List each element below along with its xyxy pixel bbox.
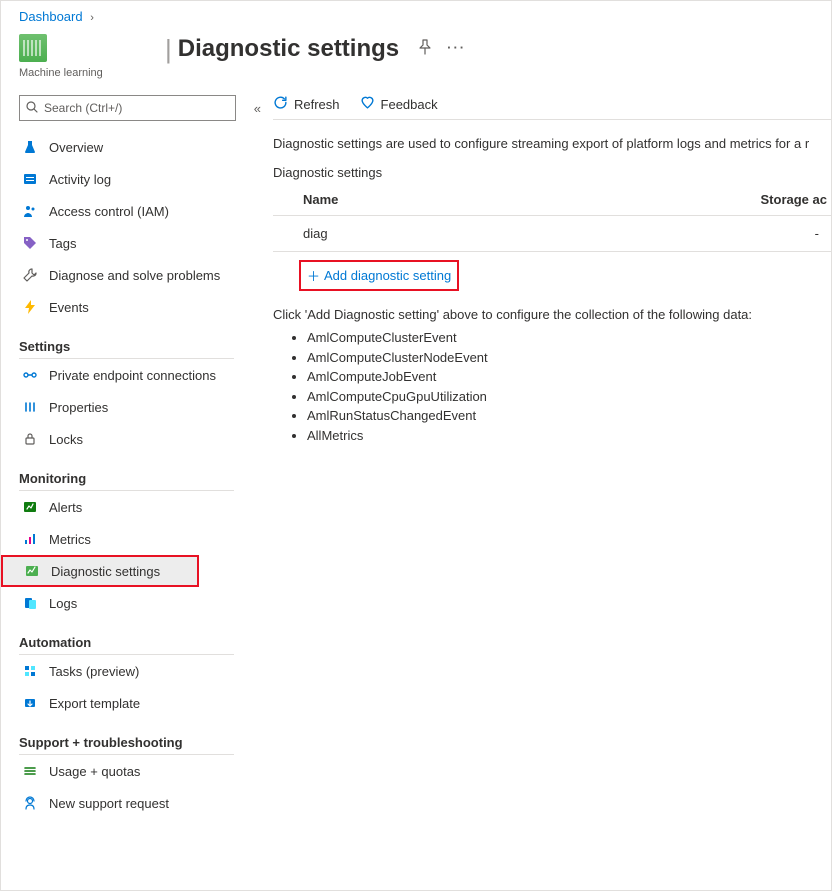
lock-icon	[21, 432, 39, 446]
quota-icon	[21, 764, 39, 778]
nav-label: Overview	[49, 140, 103, 155]
metrics-icon	[21, 532, 39, 546]
resource-type-label: Machine learning	[19, 67, 103, 79]
nav-locks[interactable]: Locks	[19, 423, 265, 455]
collapse-sidebar-icon[interactable]: «	[254, 101, 261, 116]
toolbar: Refresh Feedback	[273, 89, 831, 120]
nav-label: Activity log	[49, 172, 111, 187]
nav-group-support: Support + troubleshooting	[19, 735, 234, 755]
breadcrumb-dashboard[interactable]: Dashboard	[19, 9, 83, 24]
nav-logs[interactable]: Logs	[19, 587, 265, 619]
properties-icon	[21, 400, 39, 414]
export-icon	[21, 696, 39, 710]
section-subheading: Diagnostic settings	[273, 165, 831, 180]
chevron-right-icon: ›	[90, 12, 94, 24]
nav-overview[interactable]: Overview	[19, 131, 265, 163]
col-storage: Storage ac	[543, 184, 831, 216]
heart-icon	[360, 95, 375, 113]
nav-label: Metrics	[49, 532, 91, 547]
nav-label: Export template	[49, 696, 140, 711]
nav-usage-quotas[interactable]: Usage + quotas	[19, 755, 265, 787]
nav-group-settings: Settings	[19, 339, 234, 359]
logs-icon	[21, 596, 39, 610]
feedback-button[interactable]: Feedback	[360, 95, 438, 113]
nav-label: Logs	[49, 596, 77, 611]
nav-label: Access control (IAM)	[49, 204, 169, 219]
nav-label: Usage + quotas	[49, 764, 140, 779]
title-separator: |	[165, 34, 172, 64]
more-ellipsis-icon[interactable]: ···	[447, 40, 466, 55]
wrench-icon	[21, 268, 39, 282]
tasks-icon	[21, 664, 39, 678]
nav-label: Events	[49, 300, 89, 315]
col-name: Name	[273, 184, 543, 216]
support-person-icon	[21, 796, 39, 810]
lightning-icon	[21, 300, 39, 314]
page-title: Diagnostic settings	[178, 34, 399, 64]
activity-log-icon	[21, 172, 39, 186]
flask-icon	[21, 140, 39, 154]
breadcrumb: Dashboard ›	[1, 1, 831, 24]
search-placeholder: Search (Ctrl+/)	[44, 101, 122, 115]
list-item: AllMetrics	[307, 426, 831, 446]
events-list: AmlComputeClusterEventAmlComputeClusterN…	[307, 328, 831, 445]
list-item: AmlRunStatusChangedEvent	[307, 406, 831, 426]
nav-properties[interactable]: Properties	[19, 391, 265, 423]
nav-export-template[interactable]: Export template	[19, 687, 265, 719]
cell-storage: -	[543, 216, 831, 252]
list-item: AmlComputeClusterNodeEvent	[307, 348, 831, 368]
nav-label: Alerts	[49, 500, 82, 515]
refresh-icon	[273, 95, 288, 113]
tag-icon	[21, 236, 39, 250]
pin-icon[interactable]	[417, 39, 433, 55]
toolbar-label: Refresh	[294, 97, 340, 112]
main-content: Refresh Feedback Diagnostic settings are…	[265, 85, 831, 890]
sidebar: Search (Ctrl+/) « Overview Activity log	[1, 85, 265, 890]
people-icon	[21, 204, 39, 218]
nav-label: Locks	[49, 432, 83, 447]
resource-icon	[19, 34, 47, 62]
nav-label: Diagnostic settings	[51, 564, 160, 579]
nav-label: Private endpoint connections	[49, 368, 216, 383]
info-text: Click 'Add Diagnostic setting' above to …	[273, 307, 831, 322]
nav-events[interactable]: Events	[19, 291, 265, 323]
list-item: AmlComputeClusterEvent	[307, 328, 831, 348]
diagnostic-icon	[23, 564, 41, 578]
nav-label: Diagnose and solve problems	[49, 268, 220, 283]
add-label: Add diagnostic setting	[324, 268, 451, 283]
nav-diagnose-problems[interactable]: Diagnose and solve problems	[19, 259, 265, 291]
diagnostic-settings-table: Name Storage ac diag-	[273, 184, 831, 252]
list-item: AmlComputeJobEvent	[307, 367, 831, 387]
list-item: AmlComputeCpuGpuUtilization	[307, 387, 831, 407]
nav-tasks[interactable]: Tasks (preview)	[19, 655, 265, 687]
nav-metrics[interactable]: Metrics	[19, 523, 265, 555]
search-input[interactable]: Search (Ctrl+/)	[19, 95, 236, 121]
nav-label: Properties	[49, 400, 108, 415]
nav-new-support-request[interactable]: New support request	[19, 787, 265, 819]
nav-label: Tags	[49, 236, 76, 251]
alert-box-icon	[21, 500, 39, 514]
nav-tags[interactable]: Tags	[19, 227, 265, 259]
nav-access-control[interactable]: Access control (IAM)	[19, 195, 265, 227]
search-icon	[26, 101, 38, 116]
plus-icon: ＋	[307, 266, 320, 285]
nav-group-automation: Automation	[19, 635, 234, 655]
toolbar-label: Feedback	[381, 97, 438, 112]
nav-label: Tasks (preview)	[49, 664, 139, 679]
nav-group-monitoring: Monitoring	[19, 471, 234, 491]
nav-label: New support request	[49, 796, 169, 811]
nav-activity-log[interactable]: Activity log	[19, 163, 265, 195]
table-row[interactable]: diag-	[273, 216, 831, 252]
resource-info: Machine learning	[19, 34, 159, 79]
refresh-button[interactable]: Refresh	[273, 95, 340, 113]
page-header: Machine learning | Diagnostic settings ·…	[1, 24, 831, 85]
nav-alerts[interactable]: Alerts	[19, 491, 265, 523]
endpoint-icon	[21, 368, 39, 382]
nav-diagnostic-settings[interactable]: Diagnostic settings	[1, 555, 199, 587]
nav-private-endpoint[interactable]: Private endpoint connections	[19, 359, 265, 391]
cell-name: diag	[273, 216, 543, 252]
description-text: Diagnostic settings are used to configur…	[273, 120, 831, 151]
add-diagnostic-setting-button[interactable]: ＋ Add diagnostic setting	[299, 260, 459, 291]
